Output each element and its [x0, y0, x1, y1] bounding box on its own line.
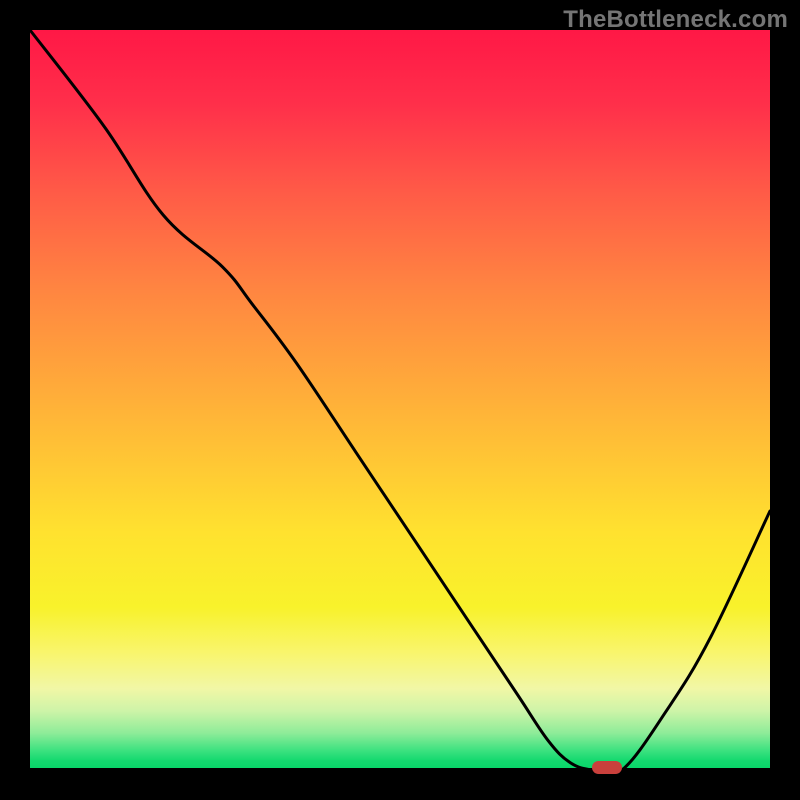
curve-path	[30, 30, 770, 775]
optimal-marker	[592, 761, 622, 774]
bottleneck-curve	[30, 30, 770, 770]
watermark-text: TheBottleneck.com	[563, 6, 788, 34]
chart-frame: TheBottleneck.com	[0, 0, 800, 800]
x-axis-baseline	[30, 768, 770, 771]
